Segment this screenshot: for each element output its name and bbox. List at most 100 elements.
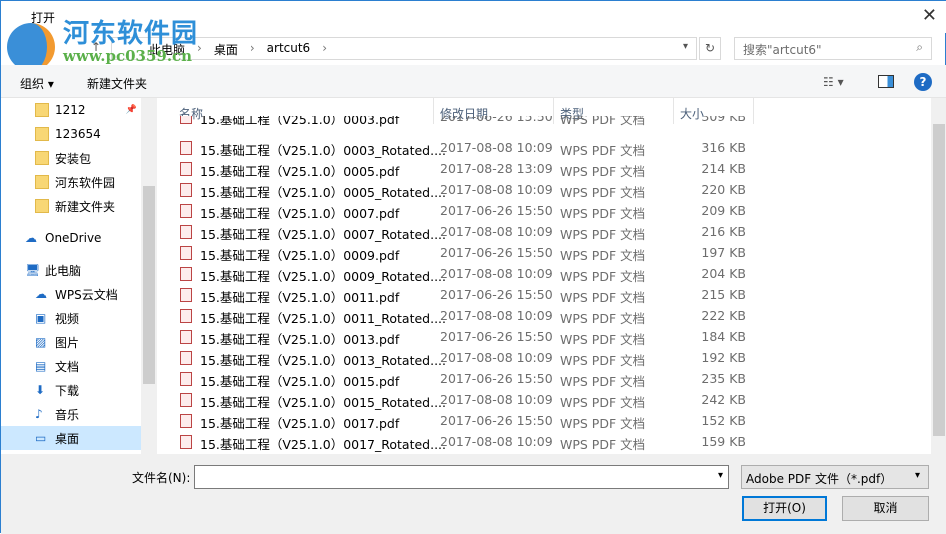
chevron-down-icon: ▾ xyxy=(914,470,920,481)
sidebar-item[interactable]: 安装包 xyxy=(1,146,141,170)
file-type: WPS PDF 文档 xyxy=(560,290,646,305)
file-type: WPS PDF 文档 xyxy=(560,164,646,179)
sidebar-item[interactable]: ⬇ 下载 xyxy=(1,378,141,402)
filetype-select[interactable]: Adobe PDF 文件（*.pdf） ▾ xyxy=(741,465,929,489)
file-size: 216 KB xyxy=(701,224,746,239)
file-name: 15.基础工程（V25.1.0）0003.pdf xyxy=(200,116,400,127)
file-size: 242 KB xyxy=(701,392,746,407)
breadcrumb-item[interactable]: artcut6 xyxy=(267,41,311,58)
chevron-down-icon[interactable]: ▾ xyxy=(718,470,723,481)
pin-icon[interactable]: 📌 xyxy=(126,105,137,115)
file-row[interactable]: 15.基础工程（V25.1.0）0017.pdf 2017-06-26 15:50… xyxy=(161,410,931,431)
file-date: 2017-08-08 10:09 xyxy=(440,182,553,197)
sidebar-item[interactable]: ▭ 桌面 xyxy=(1,426,141,450)
file-type: WPS PDF 文档 xyxy=(560,311,646,326)
sidebar-item[interactable]: 河东软件园 xyxy=(1,170,141,194)
file-size: 309 KB xyxy=(701,116,746,124)
pdf-file-icon xyxy=(180,372,192,386)
file-date: 2017-06-26 15:50 xyxy=(440,413,553,428)
pdf-file-icon xyxy=(180,351,192,365)
sidebar-item-label: 此电脑 xyxy=(45,263,82,278)
file-row[interactable]: 15.基础工程（V25.1.0）0013.pdf 2017-06-26 15:50… xyxy=(161,326,931,347)
watermark-text: 河东软件园 xyxy=(63,19,199,49)
file-size: 197 KB xyxy=(701,245,746,260)
sidebar-item[interactable]: 123654 xyxy=(1,122,141,146)
file-name: 15.基础工程（V25.1.0）0015_Rotated.... xyxy=(200,395,447,410)
file-size: 152 KB xyxy=(701,413,746,428)
file-list-scrollbar[interactable] xyxy=(931,98,946,454)
view-options-icon[interactable]: ☷ ▾ xyxy=(823,75,844,89)
file-size: 215 KB xyxy=(701,287,746,302)
chevron-down-icon[interactable]: ▾ xyxy=(683,41,688,52)
file-date: 2017-08-08 10:09 xyxy=(440,308,553,323)
file-type: WPS PDF 文档 xyxy=(560,227,646,242)
sidebar-item[interactable]: 🖥 此电脑 xyxy=(1,258,141,282)
file-date: 2017-06-26 15:50 xyxy=(440,203,553,218)
pdf-file-icon xyxy=(180,116,192,124)
pdf-file-icon xyxy=(180,393,192,407)
scrollbar-thumb[interactable] xyxy=(143,186,155,384)
file-row[interactable]: 15.基础工程（V25.1.0）0003_Rotated.... 2017-08-… xyxy=(161,137,931,158)
file-size: 192 KB xyxy=(701,350,746,365)
file-type: WPS PDF 文档 xyxy=(560,416,646,431)
file-row[interactable]: 15.基础工程（V25.1.0）0005.pdf 2017-08-28 13:09… xyxy=(161,158,931,179)
file-row[interactable]: 15.基础工程（V25.1.0）0013_Rotated.... 2017-08-… xyxy=(161,347,931,368)
file-size: 220 KB xyxy=(701,182,746,197)
file-row[interactable]: 15.基础工程（V25.1.0）0015_Rotated.... 2017-08-… xyxy=(161,389,931,410)
sidebar-item[interactable]: ☁ OneDrive xyxy=(1,226,141,250)
sidebar-item[interactable]: ☁ WPS云文档 xyxy=(1,282,141,306)
sidebar-item[interactable]: 1212 📌 xyxy=(1,98,141,122)
new-folder-button[interactable]: 新建文件夹 xyxy=(87,75,147,92)
sidebar-item[interactable]: ▨ 图片 xyxy=(1,330,141,354)
filename-input[interactable]: ▾ xyxy=(194,465,729,489)
computer-icon: 🖥 xyxy=(25,263,41,277)
sidebar-item[interactable]: ▣ 视频 xyxy=(1,306,141,330)
search-input[interactable]: 搜索"artcut6" ⌕ xyxy=(734,37,932,60)
file-date: 2017-06-26 15:50 xyxy=(440,245,553,260)
pdf-file-icon xyxy=(180,309,192,323)
sidebar-item-label: 视频 xyxy=(55,311,80,326)
file-row[interactable]: 15.基础工程（V25.1.0）0007.pdf 2017-06-26 15:50… xyxy=(161,200,931,221)
document-icon: ▤ xyxy=(35,359,47,373)
help-icon[interactable]: ? xyxy=(914,73,932,91)
file-date: 2017-08-08 10:09 xyxy=(440,140,553,155)
file-row[interactable]: 15.基础工程（V25.1.0）0009_Rotated.... 2017-08-… xyxy=(161,263,931,284)
file-date: 2017-06-26 15:50 xyxy=(440,287,553,302)
refresh-button[interactable]: ↻ xyxy=(699,37,721,60)
sidebar-item[interactable]: 新建文件夹 xyxy=(1,194,141,218)
chevron-right-icon: › xyxy=(322,41,328,55)
file-name: 15.基础工程（V25.1.0）0011_Rotated.... xyxy=(200,311,447,326)
file-type: WPS PDF 文档 xyxy=(560,185,646,200)
file-row[interactable]: 15.基础工程（V25.1.0）0009.pdf 2017-06-26 15:50… xyxy=(161,242,931,263)
preview-pane-icon[interactable] xyxy=(878,75,894,88)
sidebar-item-label: WPS云文档 xyxy=(55,287,118,302)
file-date: 2017-08-08 10:09 xyxy=(440,224,553,239)
file-date: 2017-08-08 10:09 xyxy=(440,266,553,281)
scrollbar-thumb[interactable] xyxy=(933,124,945,436)
organize-button[interactable]: 组织 ▾ xyxy=(20,75,54,92)
cloud-icon: ☁ xyxy=(25,231,37,245)
pdf-file-icon xyxy=(180,246,192,260)
file-row[interactable]: 15.基础工程（V25.1.0）0017_Rotated.... 2017-08-… xyxy=(161,431,931,452)
file-name: 15.基础工程（V25.1.0）0013.pdf xyxy=(200,332,400,347)
sidebar-scrollbar[interactable] xyxy=(141,98,157,454)
sidebar-item-label: 下载 xyxy=(55,383,80,398)
chevron-right-icon: › xyxy=(249,41,255,55)
file-row[interactable]: 15.基础工程（V25.1.0）0007_Rotated.... 2017-08-… xyxy=(161,221,931,242)
sidebar-item[interactable]: ♪ 音乐 xyxy=(1,402,141,426)
close-button[interactable]: ✕ xyxy=(922,5,937,26)
file-name: 15.基础工程（V25.1.0）0009.pdf xyxy=(200,248,400,263)
cancel-button[interactable]: 取消 xyxy=(842,496,929,521)
sidebar-item[interactable]: ▤ 文档 xyxy=(1,354,141,378)
open-button[interactable]: 打开(O) xyxy=(742,496,827,521)
file-row[interactable]: 15.基础工程（V25.1.0）0003.pdf 2017-06-26 15:50… xyxy=(161,116,931,127)
file-row[interactable]: 15.基础工程（V25.1.0）0005_Rotated.... 2017-08-… xyxy=(161,179,931,200)
folder-icon xyxy=(35,103,49,117)
breadcrumb-item[interactable]: 桌面 xyxy=(214,41,238,58)
cloud-icon: ☁ xyxy=(35,287,47,301)
file-row[interactable]: 15.基础工程（V25.1.0）0011.pdf 2017-06-26 15:50… xyxy=(161,284,931,305)
file-row[interactable]: 15.基础工程（V25.1.0）0011_Rotated.... 2017-08-… xyxy=(161,305,931,326)
search-placeholder: 搜索"artcut6" xyxy=(743,43,822,57)
file-row[interactable]: 15.基础工程（V25.1.0）0015.pdf 2017-06-26 15:50… xyxy=(161,368,931,389)
file-name: 15.基础工程（V25.1.0）0017_Rotated.... xyxy=(200,437,447,452)
